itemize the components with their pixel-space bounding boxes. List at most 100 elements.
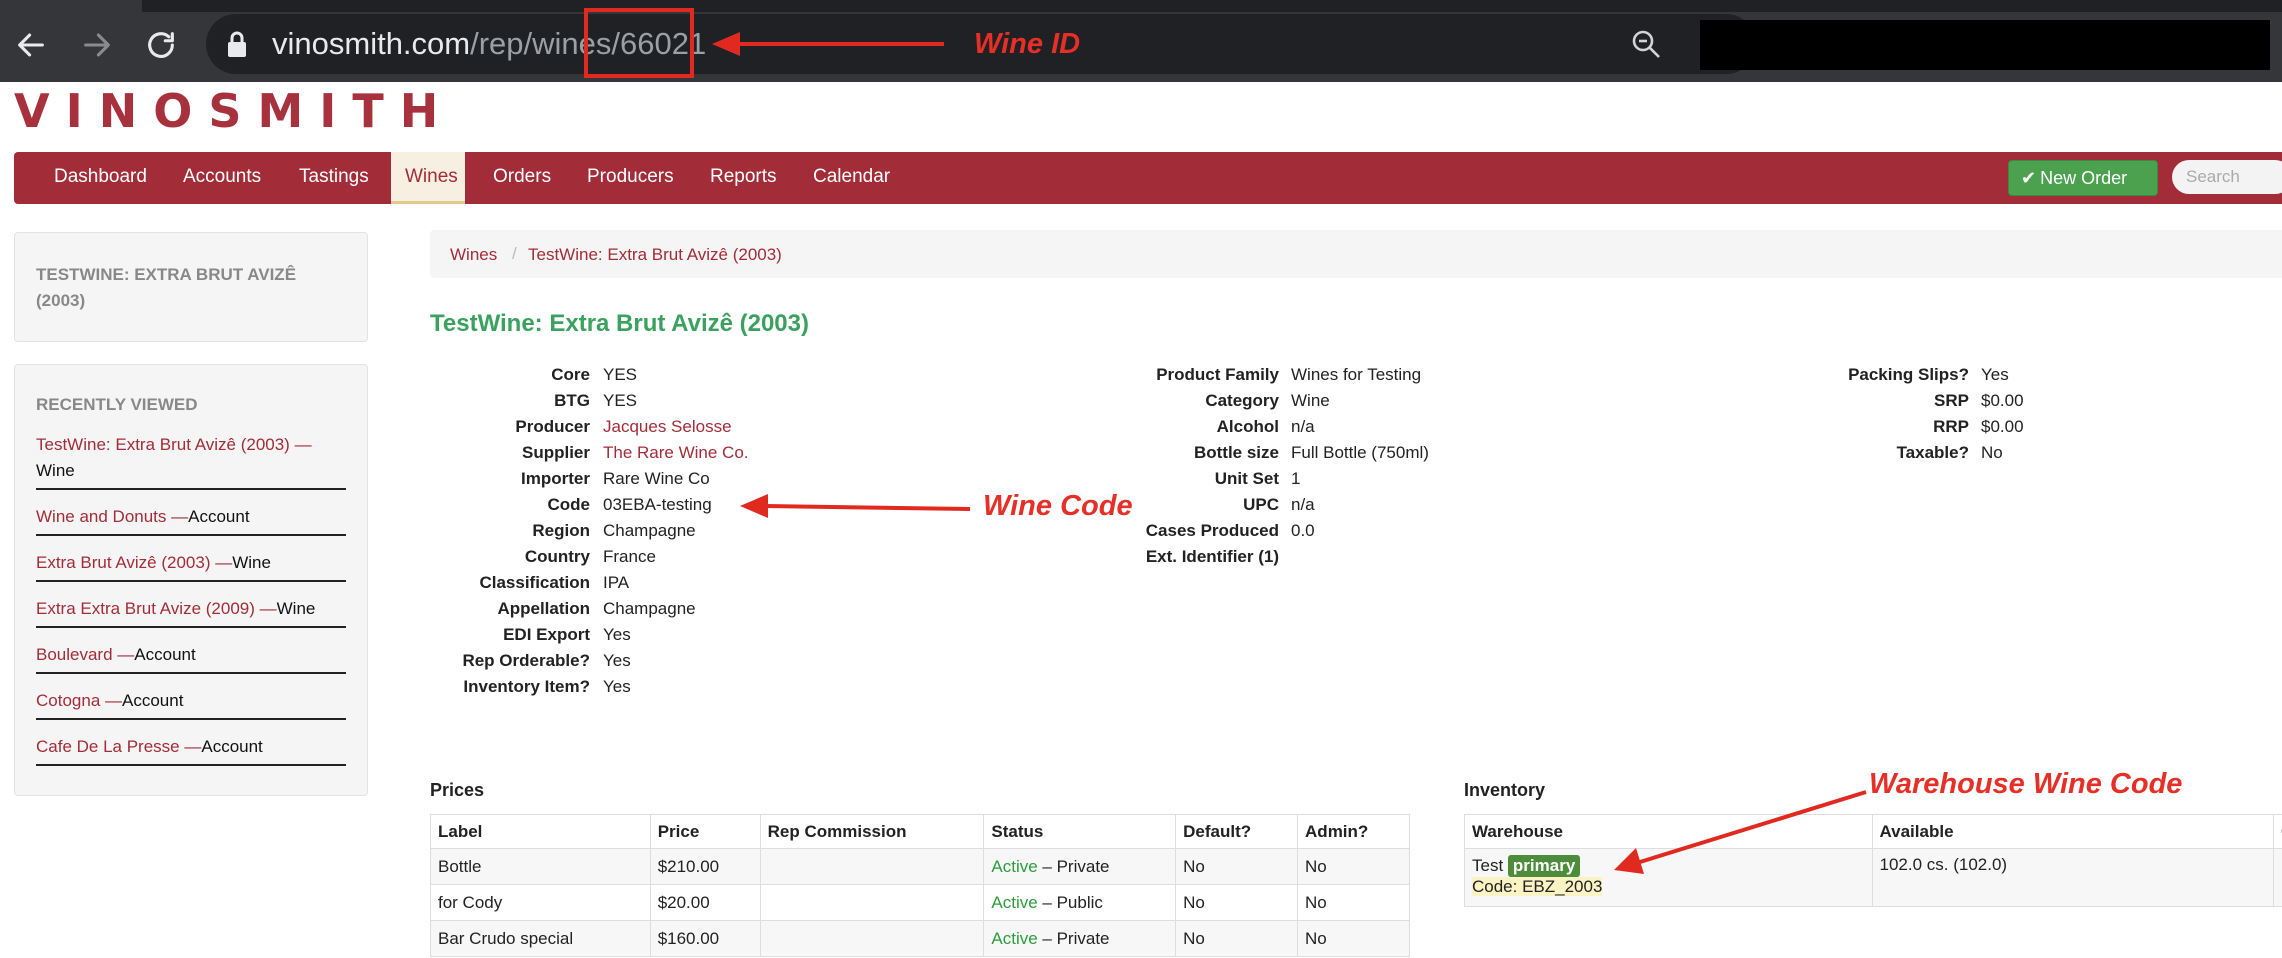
detail-value: $0.00 (1981, 417, 2024, 436)
status-active: Active (991, 856, 1038, 876)
price-admin-cell: No (1297, 848, 1410, 885)
prices-header[interactable]: Price (649, 814, 761, 849)
detail-value: Yes (603, 651, 631, 670)
prices-header[interactable]: Rep Commission (759, 814, 985, 849)
prices-table: Label Price Rep Commission Status Defaul… (430, 814, 1410, 957)
inventory-header[interactable]: C (2272, 814, 2282, 849)
detail-row: Taxable? No (0, 440, 2282, 466)
price-status-cell: Active – Private (983, 920, 1177, 957)
price-default-cell: No (1175, 884, 1299, 921)
current-wine-title: TESTWINE: EXTRA BRUT AVIZÊ (2003) (36, 265, 297, 310)
detail-value: 1 (1291, 469, 1301, 488)
detail-label: Rep Orderable? (462, 651, 590, 670)
check-icon: ✔ (2021, 168, 2037, 188)
forward-icon[interactable] (74, 22, 120, 68)
nav-accounts[interactable]: Accounts (169, 152, 275, 204)
nav-tastings[interactable]: Tastings (285, 152, 383, 204)
new-order-label: New Order (2040, 168, 2128, 188)
inventory-extra-cell: ( (2272, 848, 2282, 907)
warehouse-wine-code: Code: EBZ_2003 (1472, 877, 1603, 896)
vinosmith-logo[interactable]: VINOSMITH (14, 84, 454, 138)
table-row: Bottle $210.00 Active – Private No No (430, 848, 1410, 885)
status-visibility: – Private (1037, 856, 1110, 876)
browser-tab[interactable] (0, 0, 142, 12)
detail-row: Unit Set 1 (0, 466, 2282, 492)
breadcrumb-current[interactable]: TestWine: Extra Brut Avizê (2003) (528, 244, 782, 266)
status-visibility: – Private (1037, 928, 1110, 948)
search-input[interactable] (2172, 160, 2282, 194)
inventory-table: Warehouse Available C Test primaryCode: … (1464, 814, 2282, 907)
inventory-header-row: Warehouse Available C (1464, 814, 2282, 849)
warehouse-name: Test (1472, 856, 1504, 875)
lock-icon (226, 30, 248, 58)
detail-row: UPC n/a (0, 492, 2282, 518)
status-visibility: – Public (1037, 892, 1103, 912)
price-admin-cell: No (1297, 884, 1410, 921)
detail-label: EDI Export (503, 625, 590, 644)
nav-calendar[interactable]: Calendar (799, 152, 904, 204)
price-status-cell: Active – Public (983, 884, 1177, 921)
status-active: Active (991, 892, 1038, 912)
prices-header[interactable]: Status (983, 814, 1177, 849)
detail-value: n/a (1291, 495, 1315, 514)
recent-item-name[interactable]: Cafe De La Presse — (36, 737, 201, 756)
wine-id-highlight-box (584, 8, 694, 78)
price-label-cell: Bar Crudo special (430, 920, 651, 957)
table-row: Bar Crudo special $160.00 Active – Private… (430, 920, 1410, 957)
detail-value: No (1981, 443, 2003, 462)
detail-row: Packing Slips? Yes (0, 362, 2282, 388)
inventory-header[interactable]: Available (1871, 814, 2274, 849)
detail-label: Taxable? (1896, 443, 1969, 462)
detail-row: Cases Produced 0.0 (0, 518, 2282, 544)
prices-header-row: Label Price Rep Commission Status Defaul… (430, 814, 1410, 849)
detail-value: 0.0 (1291, 521, 1315, 540)
detail-value: Champagne (603, 599, 696, 618)
browser-tab-strip (0, 0, 2282, 12)
prices-header[interactable]: Admin? (1297, 814, 1410, 849)
price-commission-cell (759, 884, 985, 921)
price-status-cell: Active – Private (983, 848, 1177, 885)
zoom-icon[interactable] (1630, 28, 1662, 60)
price-admin-cell: No (1297, 920, 1410, 957)
prices-header[interactable]: Label (430, 814, 651, 849)
nav-wines[interactable]: Wines (391, 152, 465, 204)
breadcrumb-wines[interactable]: Wines (450, 244, 497, 266)
inventory-title: Inventory (1464, 780, 1546, 800)
detail-value: Yes (603, 677, 631, 696)
prices-header[interactable]: Default? (1175, 814, 1299, 849)
inventory-warehouse-cell: Test primary Code: EBZ_2003 (1464, 848, 1873, 907)
price-commission-cell (759, 920, 985, 957)
price-value-cell: $160.00 (649, 920, 761, 957)
price-commission-cell (759, 848, 985, 885)
table-row: Test primary Code: EBZ_2003 102.0 cs. (10… (1464, 848, 2282, 907)
nav-orders[interactable]: Orders (479, 152, 565, 204)
recent-item[interactable]: Cafe De La Presse —Account (36, 734, 346, 766)
detail-row: Classification IPA (0, 570, 2282, 596)
detail-row: Rep Orderable? Yes (0, 648, 2282, 674)
detail-value: IPA (603, 573, 630, 592)
back-icon[interactable] (8, 22, 54, 68)
detail-value: $0.00 (1981, 391, 2024, 410)
price-label-cell: Bottle (430, 848, 651, 885)
detail-label: Unit Set (1214, 469, 1279, 488)
url-host: vinosmith.com (272, 26, 471, 61)
price-default-cell: No (1175, 920, 1299, 957)
nav-dashboard[interactable]: Dashboard (40, 152, 161, 204)
table-row: for Cody $20.00 Active – Public No No (430, 884, 1410, 921)
detail-row: RRP $0.00 (0, 414, 2282, 440)
inventory-header[interactable]: Warehouse (1464, 814, 1873, 849)
price-value-cell: $20.00 (649, 884, 761, 921)
breadcrumb-separator: / (512, 244, 517, 263)
detail-label: SRP (1934, 391, 1969, 410)
redacted-area (1700, 20, 2270, 70)
new-order-button[interactable]: ✔ New Order (2008, 160, 2158, 196)
detail-label: Packing Slips? (1848, 365, 1969, 384)
nav-producers[interactable]: Producers (573, 152, 688, 204)
detail-label: Cases Produced (1145, 521, 1279, 540)
inventory-available-cell: 102.0 cs. (102.0) (1871, 848, 2274, 907)
reload-icon[interactable] (138, 22, 184, 68)
detail-label: Inventory Item? (463, 677, 590, 696)
nav-reports[interactable]: Reports (696, 152, 791, 204)
price-value-cell: $210.00 (649, 848, 761, 885)
status-active: Active (991, 928, 1038, 948)
